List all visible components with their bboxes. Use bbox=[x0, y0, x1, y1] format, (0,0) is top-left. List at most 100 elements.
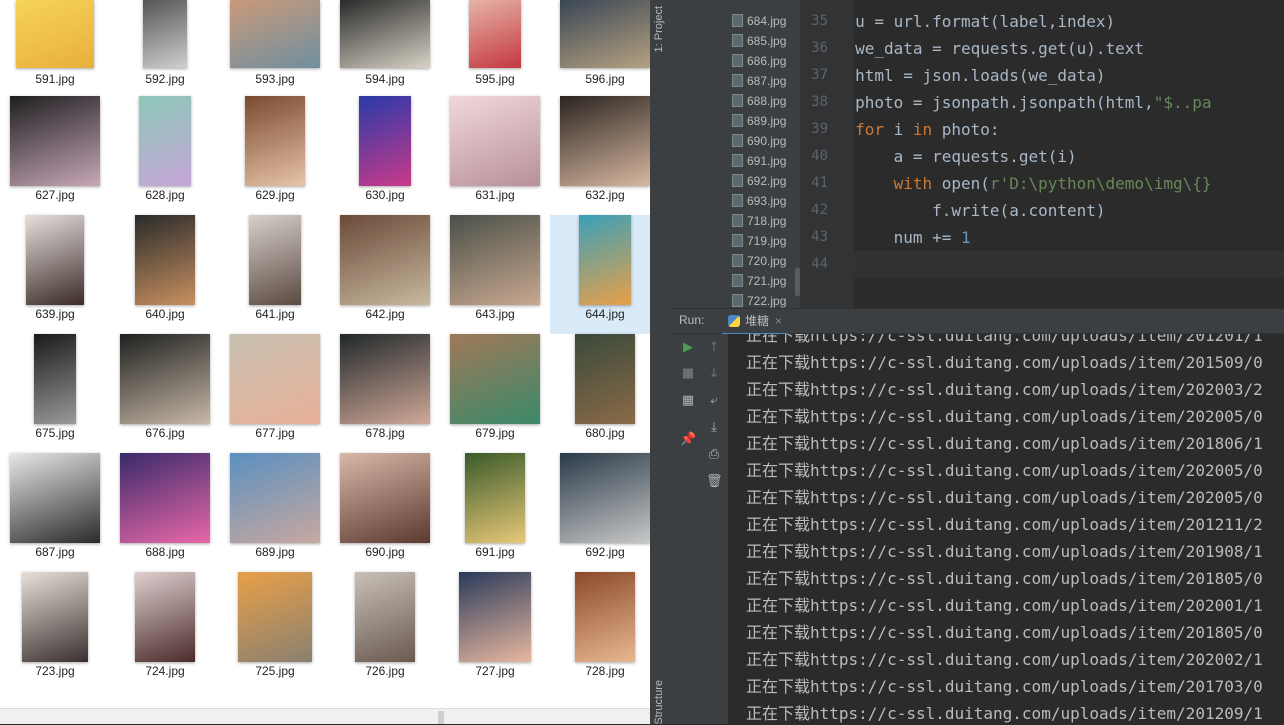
ide-window: 1: Project Structure 684.jpg 685.jpg 686.j… bbox=[650, 0, 1284, 725]
file-tile[interactable]: 688.jpg bbox=[110, 453, 220, 572]
file-tile[interactable]: 689.jpg bbox=[220, 453, 330, 572]
image-thumbnail bbox=[340, 334, 430, 424]
project-file-item[interactable]: 718.jpg bbox=[732, 211, 786, 231]
file-name: 680.jpg bbox=[585, 426, 625, 440]
project-file-item[interactable]: 690.jpg bbox=[732, 131, 786, 151]
file-tile[interactable]: 691.jpg bbox=[440, 453, 550, 572]
project-file-item[interactable]: 720.jpg bbox=[732, 251, 786, 271]
file-tile[interactable]: 629.jpg bbox=[220, 96, 330, 215]
file-tile[interactable]: 627.jpg bbox=[0, 96, 110, 215]
file-tile[interactable]: 596.jpg bbox=[550, 0, 650, 95]
file-tile[interactable]: 727.jpg bbox=[440, 572, 550, 691]
image-file-icon bbox=[732, 74, 743, 87]
close-icon[interactable]: × bbox=[775, 314, 782, 328]
image-thumbnail bbox=[340, 0, 430, 68]
file-tile[interactable]: 677.jpg bbox=[220, 334, 330, 453]
file-tile[interactable]: 728.jpg bbox=[550, 572, 650, 691]
file-name: 691.jpg bbox=[475, 545, 515, 559]
image-thumbnail bbox=[230, 453, 320, 543]
scroll-end-icon[interactable]: ⤓ bbox=[706, 420, 722, 436]
project-file-name: 691.jpg bbox=[747, 154, 787, 168]
file-name: 692.jpg bbox=[585, 545, 625, 559]
file-tile[interactable]: 643.jpg bbox=[440, 215, 550, 334]
project-file-item[interactable]: 685.jpg bbox=[732, 31, 786, 51]
image-file-icon bbox=[732, 194, 743, 207]
code-token: for bbox=[855, 120, 894, 139]
project-file-item[interactable]: 689.jpg bbox=[732, 111, 786, 131]
image-thumbnail bbox=[10, 96, 100, 186]
pin-icon[interactable]: 📌 bbox=[680, 432, 696, 448]
file-tile[interactable]: 593.jpg bbox=[220, 0, 330, 95]
code-token: num += bbox=[893, 228, 962, 247]
project-tool-tab[interactable]: 1: Project bbox=[653, 6, 665, 52]
image-thumbnail bbox=[120, 453, 210, 543]
file-tile[interactable]: 644.jpg bbox=[550, 215, 650, 334]
file-tile[interactable]: 642.jpg bbox=[330, 215, 440, 334]
file-tile[interactable]: 675.jpg bbox=[0, 334, 110, 453]
line-number: 38 bbox=[811, 94, 828, 110]
file-name: 727.jpg bbox=[475, 664, 515, 678]
file-tile[interactable]: 592.jpg bbox=[110, 0, 220, 95]
image-file-icon bbox=[732, 214, 743, 227]
trash-icon[interactable]: 🗑 bbox=[706, 474, 723, 490]
code-line: photo = jsonpath.jsonpath(html,"$..pa bbox=[854, 89, 1211, 116]
file-tile[interactable]: 680.jpg bbox=[550, 334, 650, 453]
project-file-item[interactable]: 688.jpg bbox=[732, 91, 786, 111]
file-tile[interactable]: 726.jpg bbox=[330, 572, 440, 691]
file-tile[interactable]: 630.jpg bbox=[330, 96, 440, 215]
file-tile[interactable]: 692.jpg bbox=[550, 453, 650, 572]
file-tile[interactable]: 631.jpg bbox=[440, 96, 550, 215]
file-tile[interactable]: 591.jpg bbox=[0, 0, 110, 95]
project-file-item[interactable]: 722.jpg bbox=[732, 291, 786, 308]
file-tile[interactable]: 595.jpg bbox=[440, 0, 550, 95]
project-file-item[interactable]: 719.jpg bbox=[732, 231, 786, 251]
stop-icon[interactable]: ■ bbox=[680, 366, 696, 382]
file-tile[interactable]: 725.jpg bbox=[220, 572, 330, 691]
project-file-name: 692.jpg bbox=[747, 174, 787, 188]
file-tile[interactable]: 640.jpg bbox=[110, 215, 220, 334]
project-file-item[interactable]: 686.jpg bbox=[732, 51, 786, 71]
line-number: 39 bbox=[811, 121, 828, 137]
project-file-item[interactable]: 684.jpg bbox=[732, 11, 786, 31]
file-name: 724.jpg bbox=[145, 664, 185, 678]
file-tile[interactable]: 724.jpg bbox=[110, 572, 220, 691]
project-file-item[interactable]: 687.jpg bbox=[732, 71, 786, 91]
file-tile[interactable]: 632.jpg bbox=[550, 96, 650, 215]
code-token: photo: bbox=[941, 120, 1000, 139]
project-file-item[interactable]: 693.jpg bbox=[732, 191, 786, 211]
project-file-item[interactable]: 721.jpg bbox=[732, 271, 786, 291]
line-number: 35 bbox=[811, 13, 828, 29]
code-editor[interactable]: u = url.format(label,index) we_data = re… bbox=[854, 0, 1284, 308]
soft-wrap-icon[interactable]: ⤶ bbox=[706, 393, 722, 409]
file-tile[interactable]: 641.jpg bbox=[220, 215, 330, 334]
file-tile[interactable]: 676.jpg bbox=[110, 334, 220, 453]
file-tile[interactable]: 639.jpg bbox=[0, 215, 110, 334]
code-line: html = json.loads(we_data) bbox=[854, 62, 1105, 89]
code-token: with bbox=[893, 174, 942, 193]
project-file-name: 719.jpg bbox=[747, 234, 787, 248]
structure-tool-tab[interactable]: Structure bbox=[653, 680, 665, 725]
file-tile[interactable]: 723.jpg bbox=[0, 572, 110, 691]
project-file-item[interactable]: 691.jpg bbox=[732, 151, 786, 171]
console-output[interactable]: 正在下载https://c-ssl.duitang.com/uploads/it… bbox=[728, 334, 1284, 724]
file-tile[interactable]: 678.jpg bbox=[330, 334, 440, 453]
file-tile[interactable]: 628.jpg bbox=[110, 96, 220, 215]
down-arrow-icon[interactable]: ↓ bbox=[706, 366, 722, 382]
python-icon bbox=[728, 315, 740, 327]
run-tab-label: 堆糖 bbox=[745, 314, 770, 328]
run-icon[interactable]: ▶ bbox=[680, 340, 696, 356]
file-name: 688.jpg bbox=[145, 545, 185, 559]
code-line: for i in photo: bbox=[854, 116, 1000, 143]
up-arrow-icon[interactable]: ↑ bbox=[706, 340, 722, 356]
run-config-tab[interactable]: 堆糖 × bbox=[722, 309, 789, 335]
print-icon[interactable]: ⎙ bbox=[706, 447, 722, 463]
project-file-item[interactable]: 692.jpg bbox=[732, 171, 786, 191]
file-tile[interactable]: 687.jpg bbox=[0, 453, 110, 572]
file-tile[interactable]: 594.jpg bbox=[330, 0, 440, 95]
image-file-icon bbox=[732, 34, 743, 47]
scrollbar-handle[interactable] bbox=[438, 711, 444, 724]
image-thumbnail bbox=[560, 0, 650, 68]
file-tile[interactable]: 679.jpg bbox=[440, 334, 550, 453]
layout-icon[interactable]: ▦ bbox=[680, 393, 696, 409]
file-tile[interactable]: 690.jpg bbox=[330, 453, 440, 572]
